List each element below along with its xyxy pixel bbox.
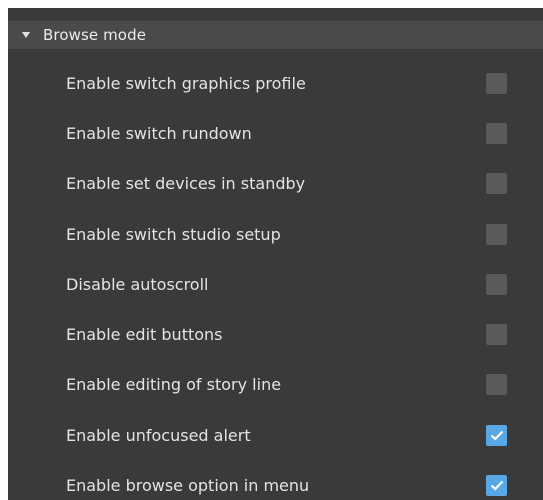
option-checkbox[interactable] [486, 424, 507, 446]
browse-mode-section-header[interactable]: Browse mode [8, 21, 543, 49]
option-label: Enable switch graphics profile [66, 73, 306, 93]
window-frame: Browse mode Enable switch graphics profi… [0, 0, 543, 500]
option-label: Enable switch studio setup [66, 224, 281, 244]
option-label: Enable edit buttons [66, 325, 223, 345]
option-checkbox[interactable] [486, 374, 507, 396]
option-label: Enable editing of story line [66, 375, 282, 395]
option-row: Enable switch rundown [8, 108, 543, 158]
option-label: Enable unfocused alert [66, 425, 251, 445]
option-row: Disable autoscroll [8, 259, 543, 309]
option-checkbox[interactable] [486, 475, 507, 497]
checkmark-icon [490, 480, 503, 491]
option-checkbox[interactable] [486, 173, 507, 195]
options-list: Enable switch graphics profile Enable sw… [8, 58, 543, 500]
triangle-down-icon[interactable] [21, 32, 31, 38]
option-row: Enable switch studio setup [8, 209, 543, 259]
option-row: Enable unfocused alert [8, 410, 543, 460]
settings-panel: Browse mode Enable switch graphics profi… [8, 8, 543, 500]
option-row: Enable browse option in menu [8, 460, 543, 500]
option-checkbox[interactable] [486, 122, 507, 144]
option-checkbox[interactable] [486, 324, 507, 346]
option-row: Enable edit buttons [8, 309, 543, 359]
option-row: Enable switch graphics profile [8, 58, 543, 108]
option-row: Enable set devices in standby [8, 159, 543, 209]
option-checkbox[interactable] [486, 273, 507, 295]
option-label: Enable browse option in menu [66, 476, 310, 496]
option-checkbox[interactable] [486, 72, 507, 94]
option-label: Enable set devices in standby [66, 174, 306, 194]
checkmark-icon [490, 430, 503, 441]
option-checkbox[interactable] [486, 223, 507, 245]
option-label: Enable switch rundown [66, 123, 252, 143]
option-label: Disable autoscroll [66, 274, 209, 294]
option-row: Enable editing of story line [8, 360, 543, 410]
section-title: Browse mode [43, 26, 147, 44]
